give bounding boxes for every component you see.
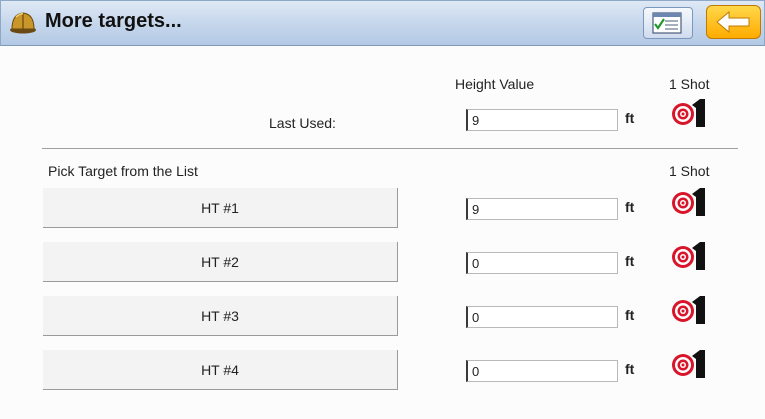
target-list-button[interactable] [643,7,693,39]
last-used-label: Last Used: [269,115,336,131]
unit-label: ft [625,307,635,323]
unit-label: ft [625,253,635,269]
ht-4-button[interactable]: HT #4 [43,350,398,390]
height-value-header: Height Value [455,76,535,92]
one-shot-target-icon[interactable] [671,185,709,219]
one-shot-target-icon[interactable] [671,293,709,327]
ht-3-button[interactable]: HT #3 [43,296,398,336]
one-shot-target-icon[interactable] [671,347,709,381]
one-shot-target-icon[interactable] [671,239,709,273]
one-shot-target-icon[interactable] [671,96,709,130]
checklist-icon [652,12,682,34]
ht-2-height-input[interactable] [466,252,618,274]
back-button[interactable] [706,5,761,39]
one-shot-header: 1 Shot [669,163,710,179]
ht-2-button[interactable]: HT #2 [43,242,398,282]
unit-label: ft [625,199,635,215]
title-bar: More targets... [0,0,765,46]
back-arrow-icon [716,10,750,34]
ht-1-height-input[interactable] [466,198,618,220]
unit-label: ft [625,110,635,126]
section-divider [42,148,738,149]
unit-label: ft [625,361,635,377]
hard-hat-icon [10,12,36,34]
ht-3-height-input[interactable] [466,306,618,328]
last-used-height-input[interactable] [466,109,618,131]
ht-1-button[interactable]: HT #1 [43,188,398,228]
pick-target-title: Pick Target from the List [48,163,198,179]
window-title: More targets... [45,10,182,32]
ht-4-height-input[interactable] [466,360,618,382]
one-shot-header: 1 Shot [669,76,710,92]
